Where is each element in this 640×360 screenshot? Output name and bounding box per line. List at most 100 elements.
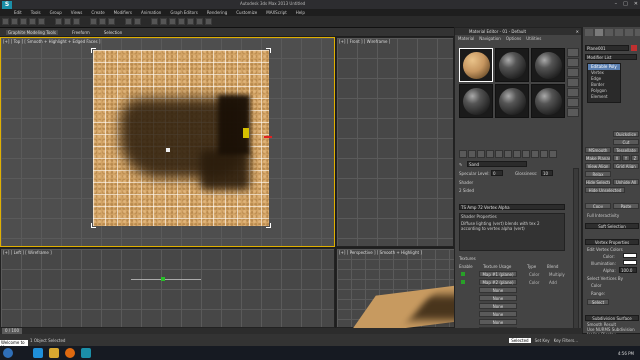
region-select-icon[interactable]	[73, 18, 80, 25]
texture-map-button[interactable]: None	[479, 287, 517, 293]
sample-slot[interactable]	[531, 48, 565, 82]
viewport-label-top[interactable]: [+] [ Top ] [ Smooth + Highlight + Edged…	[3, 39, 100, 44]
uv-tiling-icon[interactable]	[567, 78, 579, 87]
close-icon[interactable]: ✕	[576, 28, 579, 35]
undo-icon[interactable]	[2, 18, 9, 25]
texture-map-button[interactable]: None	[479, 295, 517, 301]
go-forward-sibling-icon[interactable]	[549, 150, 557, 158]
menu-modifiers[interactable]: Modifiers	[114, 10, 132, 15]
reset-map-icon[interactable]	[486, 150, 494, 158]
show-end-result-icon[interactable]	[531, 150, 539, 158]
bind-icon[interactable]	[38, 18, 45, 25]
menu-maxscript[interactable]: MAXScript	[266, 10, 287, 15]
modify-tab-icon[interactable]	[595, 29, 603, 36]
menu-options[interactable]: Options	[506, 36, 521, 41]
relax-button[interactable]: Relax	[585, 171, 611, 177]
layer-icon[interactable]	[169, 18, 176, 25]
rotate-icon[interactable]	[99, 18, 106, 25]
maximize-icon[interactable]: □	[623, 1, 628, 7]
link-icon[interactable]	[20, 18, 27, 25]
angle-snap-icon[interactable]	[134, 18, 141, 25]
menu-navigation[interactable]: Navigation	[479, 36, 501, 41]
glossiness-field[interactable]: 10	[541, 170, 553, 176]
stack-item-element[interactable]: Element	[588, 94, 620, 100]
sample-slot[interactable]	[531, 84, 565, 118]
background-icon[interactable]	[567, 68, 579, 77]
media-player-icon[interactable]	[65, 348, 75, 358]
put-to-library-icon[interactable]	[504, 150, 512, 158]
redo-icon[interactable]	[11, 18, 18, 25]
material-editor-icon[interactable]	[187, 18, 194, 25]
menu-help[interactable]: Help	[296, 10, 305, 15]
tessellate-button[interactable]: Tessellate	[613, 147, 639, 153]
vertex-properties-rollout[interactable]: Vertex Properties	[585, 239, 639, 245]
tab-selection[interactable]: Selection	[104, 30, 122, 35]
menu-create[interactable]: Create	[91, 10, 104, 15]
make-unique-icon[interactable]	[495, 150, 503, 158]
object-name-field[interactable]: Plane001	[585, 45, 629, 51]
sample-slot[interactable]	[495, 84, 529, 118]
modifier-list-dropdown[interactable]: Modifier List	[585, 54, 637, 60]
alpha-field[interactable]: 100.0	[619, 267, 637, 273]
viewport-label-left[interactable]: [+] [ Left ] [ Wireframe ]	[3, 250, 52, 255]
hierarchy-tab-icon[interactable]	[605, 29, 613, 36]
tab-freeform[interactable]: Freeform	[72, 30, 90, 35]
material-editor-scrollbar[interactable]	[573, 168, 579, 330]
texture-map-button[interactable]: Map #1 (plane)	[479, 271, 517, 277]
curve-editor-icon[interactable]	[178, 18, 185, 25]
grid-align-button[interactable]: Grid Align	[613, 163, 639, 169]
ie-icon[interactable]	[33, 348, 43, 358]
scale-icon[interactable]	[108, 18, 115, 25]
display-tab-icon[interactable]	[625, 29, 633, 36]
utilities-tab-icon[interactable]	[635, 29, 640, 36]
make-preview-icon[interactable]	[567, 98, 579, 107]
illumination-swatch[interactable]	[623, 260, 637, 265]
menu-material[interactable]: Material	[458, 36, 474, 41]
align-icon[interactable]	[160, 18, 167, 25]
snap-icon[interactable]	[125, 18, 132, 25]
selected-dropdown[interactable]: Selected	[509, 337, 531, 343]
copy-button[interactable]: Copy	[585, 203, 611, 209]
key-filters-button[interactable]: Key Filters...	[554, 338, 578, 343]
hide-unselected-button[interactable]: Hide Unselected	[585, 187, 625, 193]
texture-map-button[interactable]: None	[479, 303, 517, 309]
texture-map-button[interactable]: Map #2 (plane)	[479, 279, 517, 285]
full-interactivity-checkbox[interactable]: Full Interactivity	[587, 213, 619, 218]
texture-map-button[interactable]: None	[479, 319, 517, 325]
render-setup-icon[interactable]	[196, 18, 203, 25]
planar-y-button[interactable]: Y	[622, 155, 630, 161]
unhide-all-button[interactable]: Unhide All	[613, 179, 639, 185]
tab-graphite-modeling-tools[interactable]: Graphite Modeling Tools	[6, 29, 59, 35]
explorer-icon[interactable]	[49, 348, 59, 358]
menu-utilities[interactable]: Utilities	[526, 36, 541, 41]
mirror-icon[interactable]	[151, 18, 158, 25]
viewport-left[interactable]: [+] [ Left ] [ Wireframe ]	[0, 248, 335, 328]
viewport-label-perspective[interactable]: [+] [ Perspective ] [ Smooth + Highlight…	[339, 250, 422, 255]
unlink-icon[interactable]	[29, 18, 36, 25]
vertex-color-swatch[interactable]	[623, 253, 637, 258]
video-color-check-icon[interactable]	[567, 88, 579, 97]
max-app-icon[interactable]	[81, 348, 91, 358]
material-name-field[interactable]: Sand	[467, 161, 527, 167]
color-radio[interactable]: Color	[591, 283, 601, 288]
quickslice-button[interactable]: Quickslice	[613, 131, 639, 137]
create-tab-icon[interactable]	[585, 29, 593, 36]
msmooth-button[interactable]: MSmooth	[585, 147, 611, 153]
backlight-icon[interactable]	[567, 58, 579, 67]
menu-customize[interactable]: Customize	[236, 10, 257, 15]
specular-level-field[interactable]: 0	[491, 170, 503, 176]
planar-z-button[interactable]: Z	[631, 155, 639, 161]
put-to-scene-icon[interactable]	[468, 150, 476, 158]
select-button[interactable]: Select	[587, 299, 609, 305]
menu-tools[interactable]: Tools	[31, 10, 41, 15]
set-key-button[interactable]: Set Key	[535, 338, 550, 343]
start-icon[interactable]	[3, 348, 13, 358]
sample-slot[interactable]	[495, 48, 529, 82]
go-to-parent-icon[interactable]	[540, 150, 548, 158]
menu-animation[interactable]: Animation	[141, 10, 161, 15]
view-align-button[interactable]: View Align	[585, 163, 611, 169]
get-material-icon[interactable]	[459, 150, 467, 158]
soft-selection-rollout[interactable]: Soft Selection	[585, 223, 639, 229]
object-color-swatch[interactable]	[631, 45, 637, 51]
assign-material-icon[interactable]	[477, 150, 485, 158]
